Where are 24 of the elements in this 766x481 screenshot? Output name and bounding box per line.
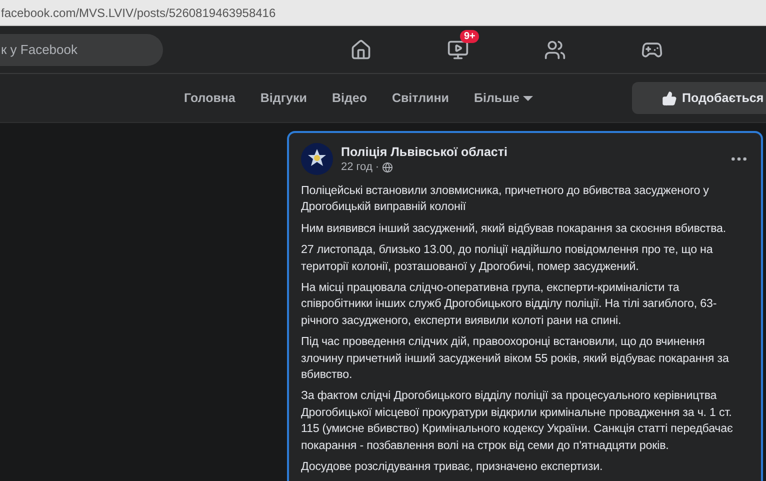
home-icon[interactable] (350, 38, 372, 60)
post-paragraph: Під час проведення слідчих дій, правоохоронці встановили, що до вчинення злочину причетний інший засуджений віком 55 років, який відбуває покарання за вбивство. (301, 334, 730, 384)
groups-icon[interactable] (544, 38, 566, 60)
globe-icon (382, 162, 394, 172)
post-paragraph: За фактом слідчі Дрогобицького відділу поліції за процесуального керівництва Дрогобицької місцевої прокуратури відкрили кримінальне провадження за ч. 1 ст. 115 (умисне вбивство) Кримінального кодексу України. Санкція статті передбачає покарання - позбавлення волі на строк від семи до п'ятнадцяти років. (301, 388, 734, 454)
author-name[interactable]: Поліція Львівської області (341, 145, 721, 159)
thumbs-up-icon (662, 90, 677, 106)
badge-logo-icon (301, 143, 333, 175)
like-button[interactable]: Подобається (632, 82, 766, 114)
post-paragraph: Поліцейські встановили зловмисника, причетного до вбивства засудженого у Дрогобицькій виправній колонії (301, 183, 710, 216)
search-field[interactable]: к у Facebook (0, 34, 163, 66)
page-tab[interactable]: Більше (474, 91, 534, 105)
url-text[interactable]: facebook.com/MVS.LVIV/posts/5260819463958416 (1, 6, 276, 20)
page-tab[interactable]: Головна (184, 91, 236, 105)
page-tab[interactable]: Світлини (392, 91, 449, 105)
post-paragraph: На місці працювала слідчо-оперативна група, експерти-криміналісти та співробітники інших служб Дрогобицького відділу поліції. На тілі загиблого, 63-річного засудженого, експерти виявили колоті рани на спині. (301, 280, 718, 329)
page-tab[interactable]: Відгуки (260, 91, 307, 105)
video-icon[interactable] (447, 38, 469, 60)
page-tab[interactable]: Відео (332, 91, 367, 105)
post-paragraph: Ним виявився інший засуджений, який відбував покарання за скоєння вбивства. (301, 220, 728, 237)
notification-badge: 9+ (460, 30, 480, 42)
post-paragraph: 27 листопада, близько 13.00, до поліції надійшло повідомлення про те, що на території колонії, розташованої у Дрогобичі, помер засуджений. (301, 242, 714, 275)
post-time[interactable]: 22 год · (341, 161, 380, 173)
post-paragraph: Досудове розслідування триває, призначено експертизи. (301, 459, 604, 476)
